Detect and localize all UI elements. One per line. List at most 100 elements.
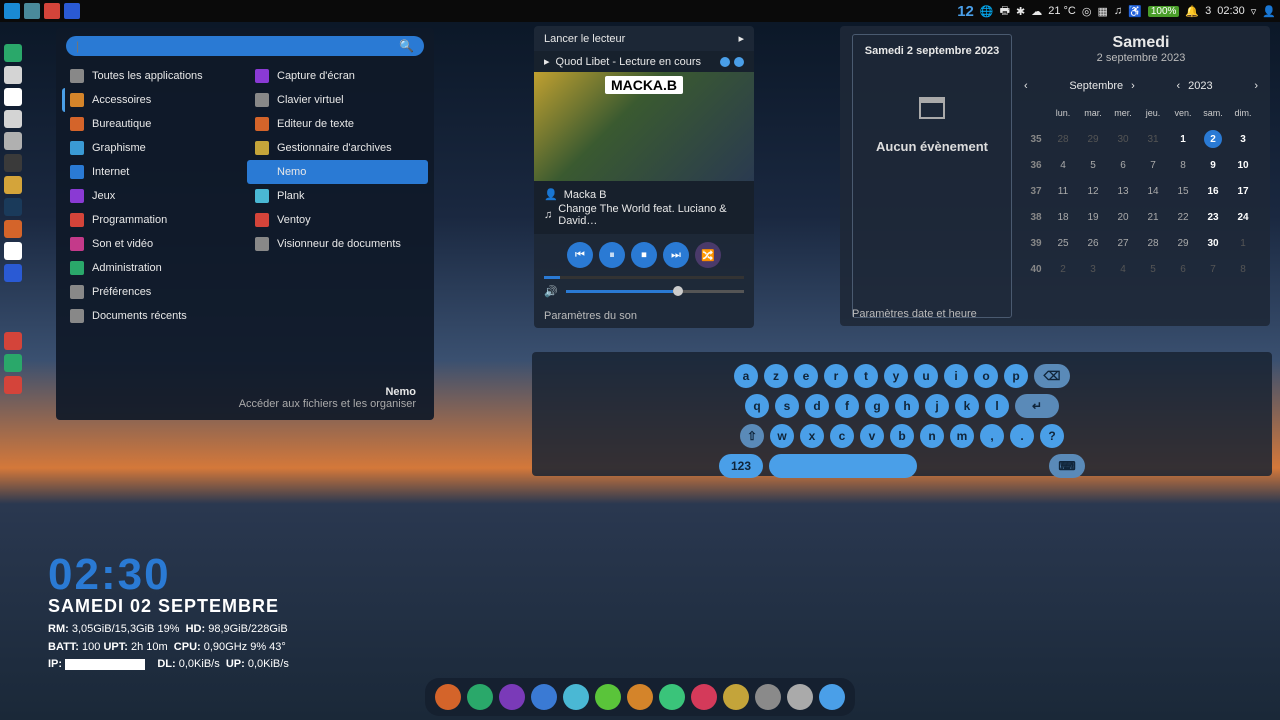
calendar-day[interactable]: 3 bbox=[1078, 256, 1108, 282]
calendar-day[interactable]: 14 bbox=[1138, 178, 1168, 204]
pause-button[interactable]: ⏸ bbox=[599, 242, 625, 268]
launcher-item[interactable] bbox=[4, 264, 22, 282]
key-q[interactable]: q bbox=[745, 394, 769, 418]
backspace-key[interactable]: ⌫ bbox=[1034, 364, 1070, 388]
calendar-day[interactable]: 19 bbox=[1078, 204, 1108, 230]
key-,[interactable]: , bbox=[980, 424, 1004, 448]
app-item[interactable]: Capture d'écran bbox=[247, 64, 428, 88]
category-item[interactable]: Documents récents bbox=[62, 304, 243, 328]
app-icon-blue[interactable] bbox=[64, 3, 80, 19]
calendar-day[interactable]: 21 bbox=[1138, 204, 1168, 230]
launcher-item[interactable] bbox=[4, 88, 22, 106]
category-item[interactable]: Programmation bbox=[62, 208, 243, 232]
key-s[interactable]: s bbox=[775, 394, 799, 418]
dock-item-5[interactable] bbox=[595, 684, 621, 710]
sound-settings-link[interactable]: Paramètres du son bbox=[534, 304, 754, 328]
calendar-day[interactable]: 29 bbox=[1078, 126, 1108, 152]
calendar-day[interactable]: 26 bbox=[1078, 230, 1108, 256]
enter-key[interactable]: ↵ bbox=[1015, 394, 1059, 418]
launcher-item[interactable] bbox=[4, 66, 22, 84]
app-item[interactable]: Gestionnaire d'archives bbox=[247, 136, 428, 160]
calendar-day[interactable]: 2 bbox=[1198, 126, 1228, 152]
calendar-day[interactable]: 9 bbox=[1198, 152, 1228, 178]
key-g[interactable]: g bbox=[865, 394, 889, 418]
key-z[interactable]: z bbox=[764, 364, 788, 388]
wifi-icon[interactable]: ▿ bbox=[1251, 5, 1257, 18]
key-a[interactable]: a bbox=[734, 364, 758, 388]
print-icon[interactable]: 🖶 bbox=[1000, 2, 1010, 21]
category-item[interactable]: Préférences bbox=[62, 280, 243, 304]
calendar-day[interactable]: 7 bbox=[1138, 152, 1168, 178]
key-d[interactable]: d bbox=[805, 394, 829, 418]
calendar-day[interactable]: 11 bbox=[1048, 178, 1078, 204]
launcher-item[interactable] bbox=[4, 44, 22, 62]
shift-key[interactable]: ⇧ bbox=[740, 424, 764, 448]
next-button[interactable]: ⏭ bbox=[663, 242, 689, 268]
key-b[interactable]: b bbox=[890, 424, 914, 448]
dock-item-0[interactable] bbox=[435, 684, 461, 710]
calendar-day[interactable]: 16 bbox=[1198, 178, 1228, 204]
close-icon[interactable] bbox=[734, 57, 744, 67]
calendar-day[interactable]: 5 bbox=[1078, 152, 1108, 178]
search-input[interactable] bbox=[76, 39, 399, 53]
weather-icon[interactable]: ☁ bbox=[1031, 5, 1042, 18]
calendar-day[interactable]: 28 bbox=[1138, 230, 1168, 256]
key-c[interactable]: c bbox=[830, 424, 854, 448]
key-t[interactable]: t bbox=[854, 364, 878, 388]
key-i[interactable]: i bbox=[944, 364, 968, 388]
calendar-day[interactable]: 30 bbox=[1198, 230, 1228, 256]
tray-icon-2[interactable]: ▦ bbox=[1097, 5, 1107, 18]
volume-slider[interactable] bbox=[566, 290, 744, 293]
dock-item-10[interactable] bbox=[755, 684, 781, 710]
key-e[interactable]: e bbox=[794, 364, 818, 388]
key-k[interactable]: k bbox=[955, 394, 979, 418]
calendar-day[interactable]: 30 bbox=[1108, 126, 1138, 152]
month-prev-icon[interactable]: ‹ bbox=[1024, 80, 1028, 92]
launcher-item[interactable] bbox=[4, 242, 22, 260]
launcher-item[interactable] bbox=[4, 154, 22, 172]
key-.[interactable]: . bbox=[1010, 424, 1034, 448]
calendar-day[interactable]: 1 bbox=[1168, 126, 1198, 152]
calendar-day[interactable]: 15 bbox=[1168, 178, 1198, 204]
dock-item-7[interactable] bbox=[659, 684, 685, 710]
bluetooth-icon[interactable]: ✱ bbox=[1016, 5, 1025, 18]
dock-item-6[interactable] bbox=[627, 684, 653, 710]
year-prev-icon[interactable]: ‹ bbox=[1177, 80, 1181, 92]
calendar-day[interactable]: 6 bbox=[1108, 152, 1138, 178]
power-icon[interactable] bbox=[4, 376, 22, 394]
calendar-day[interactable]: 10 bbox=[1228, 152, 1258, 178]
key-v[interactable]: v bbox=[860, 424, 884, 448]
dock-item-8[interactable] bbox=[691, 684, 717, 710]
calendar-day[interactable]: 31 bbox=[1138, 126, 1168, 152]
dock-item-3[interactable] bbox=[531, 684, 557, 710]
calendar-day[interactable]: 17 bbox=[1228, 178, 1258, 204]
dock-item-1[interactable] bbox=[467, 684, 493, 710]
calendar-day[interactable]: 3 bbox=[1228, 126, 1258, 152]
lock-icon[interactable] bbox=[4, 332, 22, 350]
key-l[interactable]: l bbox=[985, 394, 1009, 418]
dock-item-4[interactable] bbox=[563, 684, 589, 710]
stop-button[interactable]: ⏹ bbox=[631, 242, 657, 268]
app-item[interactable]: Plank bbox=[247, 184, 428, 208]
dock-item-12[interactable] bbox=[819, 684, 845, 710]
space-key[interactable] bbox=[769, 454, 917, 478]
key-p[interactable]: p bbox=[1004, 364, 1028, 388]
calendar-day[interactable]: 4 bbox=[1048, 152, 1078, 178]
category-item[interactable]: Administration bbox=[62, 256, 243, 280]
tray-icon-1[interactable]: ◎ bbox=[1082, 5, 1092, 18]
category-item[interactable]: Internet bbox=[62, 160, 243, 184]
key-n[interactable]: n bbox=[920, 424, 944, 448]
key-j[interactable]: j bbox=[925, 394, 949, 418]
launcher-item[interactable] bbox=[4, 132, 22, 150]
category-item[interactable]: Jeux bbox=[62, 184, 243, 208]
calendar-day[interactable]: 8 bbox=[1228, 256, 1258, 282]
category-item[interactable]: Son et vidéo bbox=[62, 232, 243, 256]
key-r[interactable]: r bbox=[824, 364, 848, 388]
key-m[interactable]: m bbox=[950, 424, 974, 448]
calendar-day[interactable]: 24 bbox=[1228, 204, 1258, 230]
app-icon-red[interactable] bbox=[44, 3, 60, 19]
category-item[interactable]: Accessoires bbox=[62, 88, 243, 112]
calendar-day[interactable]: 13 bbox=[1108, 178, 1138, 204]
dock-item-9[interactable] bbox=[723, 684, 749, 710]
key-o[interactable]: o bbox=[974, 364, 998, 388]
